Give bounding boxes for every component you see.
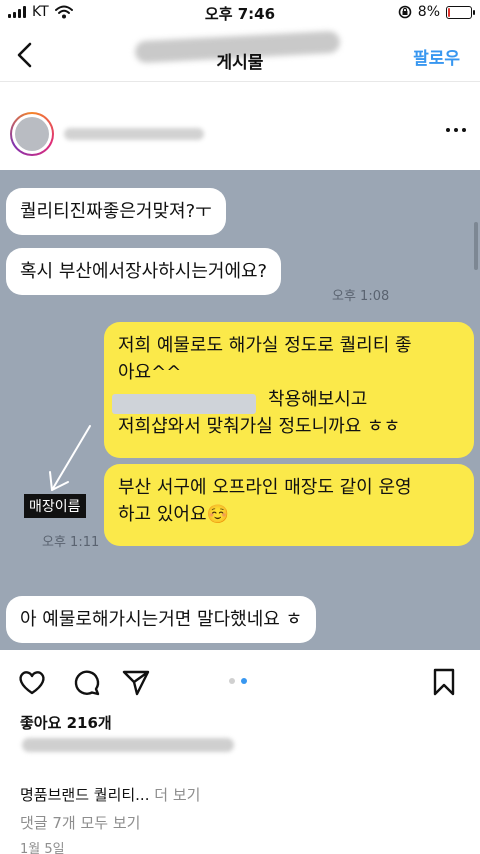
post-username-redaction[interactable] xyxy=(64,128,204,140)
battery-percent: 8% xyxy=(417,4,440,20)
message-time: 오후 1:08 xyxy=(332,289,390,304)
chat-bubble: 아 예물로해가시는거면 말다했네요 ㅎ xyxy=(6,596,317,643)
avatar[interactable] xyxy=(10,112,54,156)
caption: 명품브랜드 퀄리티... 더 보기 xyxy=(20,784,200,805)
message-time: 오후 1:11 xyxy=(42,535,100,550)
share-icon[interactable] xyxy=(120,666,152,698)
carousel-indicator xyxy=(229,678,247,684)
follow-button[interactable]: 팔로우 xyxy=(413,44,460,69)
status-bar: KT 오후 7:46 8% xyxy=(0,0,480,26)
view-comments-link[interactable]: 댓글 7개 모두 보기 xyxy=(20,812,140,833)
arrow-annotation-icon xyxy=(49,425,91,491)
post-date: 1월 5일 xyxy=(20,842,65,854)
more-icon[interactable] xyxy=(446,128,466,132)
chat-bubble: 부산 서구에 오프라인 매장도 같이 운영 하고 있어요☺️ xyxy=(104,464,474,546)
chat-bubble: 저희 예물로도 해가실 정도로 퀄리티 좋 아요^^ 착용해보시고 저희샵와서 … xyxy=(104,322,474,458)
redaction-mask xyxy=(112,394,256,414)
carousel-dot xyxy=(229,678,235,684)
caption-redaction xyxy=(22,738,234,752)
post-image[interactable]: 퀄리티진짜좋은거맞져?ㅜ 혹시 부산에서장사하시는거에요? 오후 1:08 저희… xyxy=(0,170,480,650)
store-name-label: 매장이름 xyxy=(24,494,86,518)
chat-bubble: 퀄리티진짜좋은거맞져?ㅜ xyxy=(6,188,226,235)
caption-more-link[interactable]: 더 보기 xyxy=(149,786,200,804)
chat-bubble: 혹시 부산에서장사하시는거에요? xyxy=(6,248,282,295)
battery-icon xyxy=(446,5,475,19)
likes-count[interactable]: 좋아요 216개 xyxy=(20,712,112,733)
post-actions xyxy=(0,660,480,704)
carousel-dot xyxy=(241,678,247,684)
comment-icon[interactable] xyxy=(70,666,102,698)
bookmark-icon[interactable] xyxy=(428,666,460,698)
heart-icon[interactable] xyxy=(16,666,48,698)
orientation-lock-icon xyxy=(398,5,412,19)
caption-text: 명품브랜드 퀄리티... xyxy=(20,786,150,804)
nav-bar: 게시물 팔로우 xyxy=(0,28,480,82)
page-title: 게시물 xyxy=(216,53,264,73)
post-header xyxy=(0,98,480,166)
chat-scrollbar xyxy=(474,222,478,270)
